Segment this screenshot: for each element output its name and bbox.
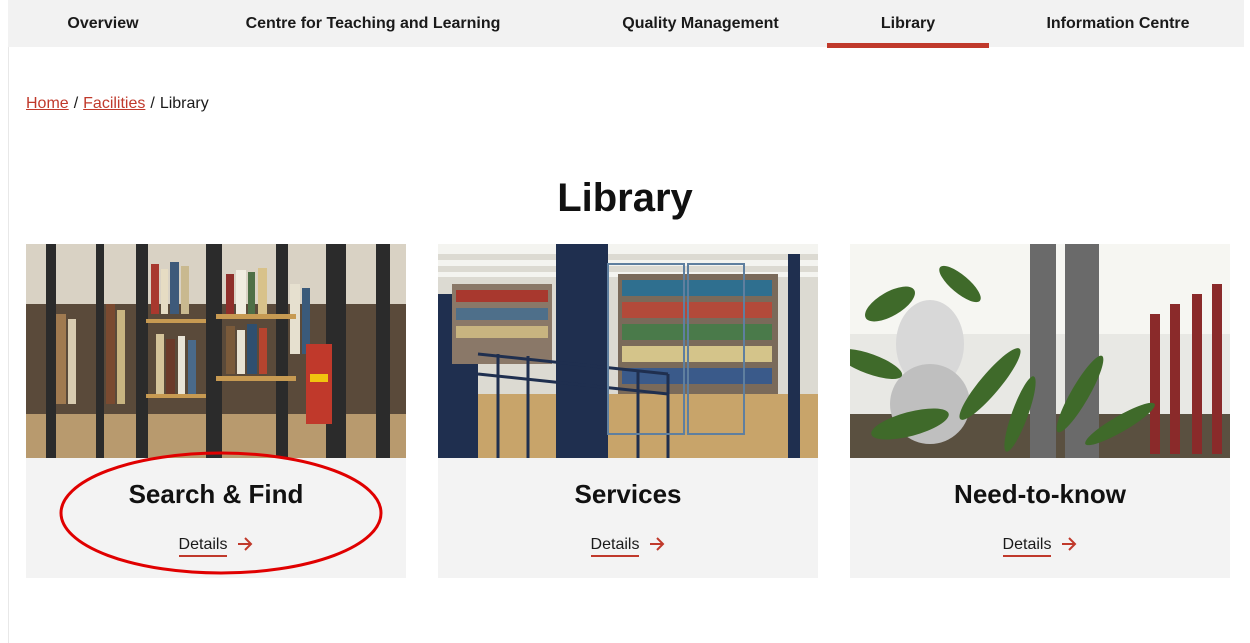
top-navigation: Overview Centre for Teaching and Learnin… xyxy=(8,0,1244,48)
details-link[interactable]: Details xyxy=(850,536,1230,557)
nav-item-overview[interactable]: Overview xyxy=(38,0,168,47)
card-title: Services xyxy=(574,479,682,509)
nav-item-library[interactable]: Library xyxy=(827,0,989,48)
breadcrumb-separator: / xyxy=(73,95,79,112)
breadcrumb-home-link[interactable]: Home xyxy=(26,95,69,112)
nav-item-information-centre[interactable]: Information Centre xyxy=(1028,0,1208,47)
card-title: Search & Find xyxy=(128,479,304,509)
breadcrumb: Home / Facilities / Library xyxy=(26,95,209,113)
page-edge-divider xyxy=(8,47,9,643)
breadcrumb-separator: / xyxy=(150,95,155,112)
breadcrumb-facilities-link[interactable]: Facilities xyxy=(83,95,145,112)
details-link[interactable]: Details xyxy=(26,536,406,557)
card-need-to-know[interactable]: Need-to-know Details xyxy=(850,244,1230,578)
nav-item-centre-teaching-learning[interactable]: Centre for Teaching and Learning xyxy=(213,0,533,47)
card-title: Need-to-know xyxy=(954,479,1126,509)
arrow-right-icon xyxy=(649,537,665,556)
card-services[interactable]: Services Details xyxy=(438,244,818,578)
details-link-label: Details xyxy=(178,536,227,557)
library-hall-photo xyxy=(438,244,818,458)
bookshelves-photo xyxy=(26,244,406,458)
details-link[interactable]: Details xyxy=(438,536,818,557)
arrow-right-icon xyxy=(237,537,253,556)
reading-area-plant-photo xyxy=(850,244,1230,458)
page-title: Library xyxy=(557,176,693,220)
details-link-label: Details xyxy=(590,536,639,557)
nav-item-quality-management[interactable]: Quality Management xyxy=(598,0,803,47)
arrow-right-icon xyxy=(1061,537,1077,556)
breadcrumb-current: Library xyxy=(159,95,209,112)
card-search-find[interactable]: Search & Find Details xyxy=(26,244,406,578)
details-link-label: Details xyxy=(1002,536,1051,557)
